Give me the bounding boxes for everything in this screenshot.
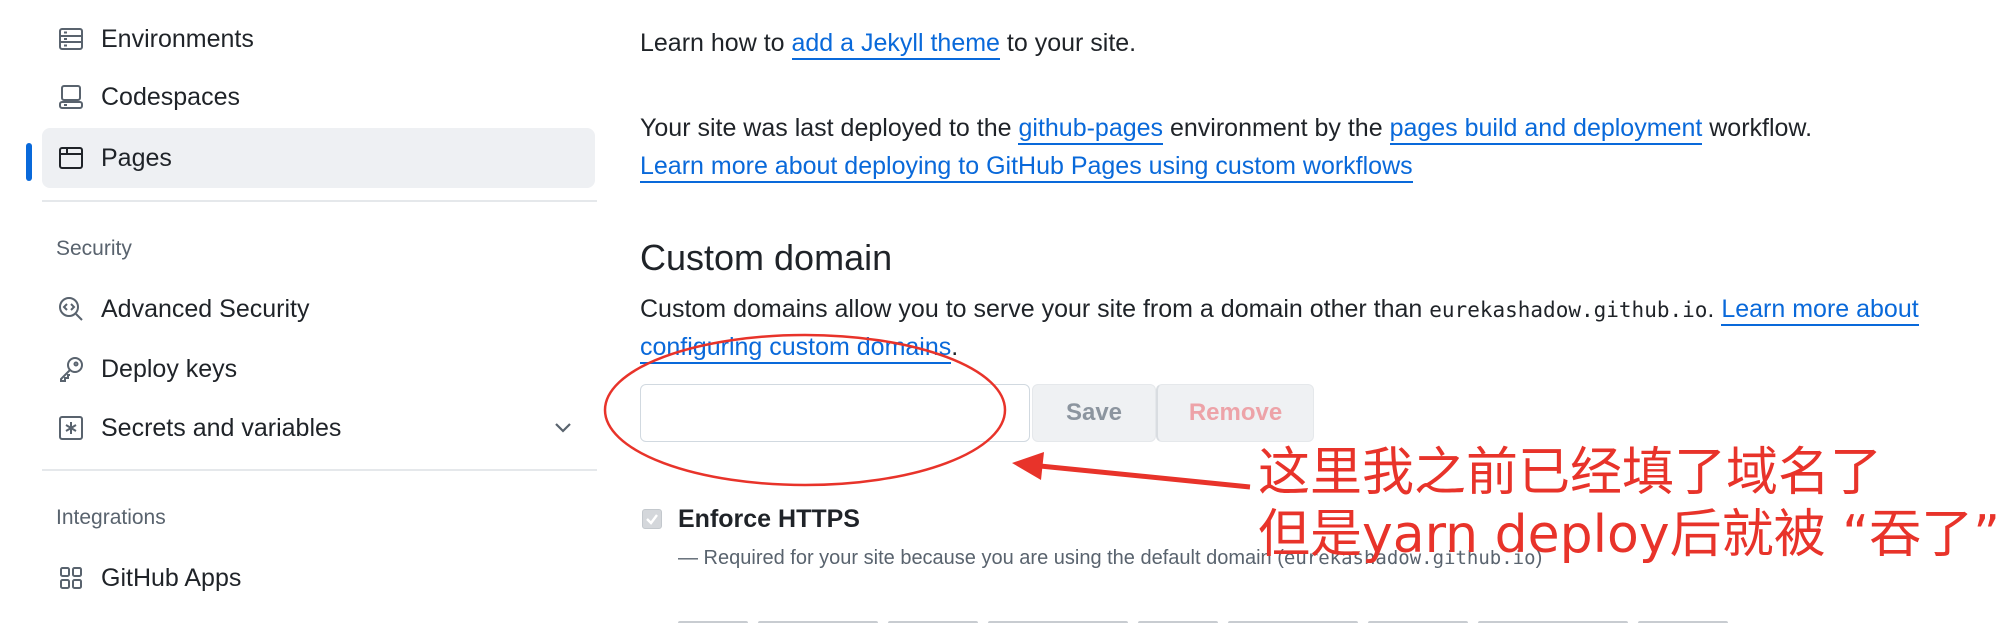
codescan-icon: [56, 294, 86, 324]
sidebar-item-environments[interactable]: Environments: [42, 9, 595, 69]
deploy-learn-more-line: Learn more about deploying to GitHub Pag…: [640, 152, 1413, 183]
custom-domain-heading: Custom domain: [640, 237, 893, 278]
truncated-text-line: [678, 612, 1778, 623]
sidebar-item-deploy-keys[interactable]: Deploy keys: [42, 339, 595, 399]
key-icon: [56, 354, 86, 384]
sidebar-divider: [42, 200, 597, 202]
sidebar-item-codespaces[interactable]: Codespaces: [42, 67, 595, 127]
asterisk-icon: [56, 413, 86, 443]
save-button[interactable]: Save: [1032, 384, 1156, 442]
github-pages-environment-link[interactable]: github-pages: [1018, 114, 1164, 145]
sidebar-item-pages[interactable]: Pages: [42, 128, 595, 188]
default-domain-code: eurekashadow.github.io: [1429, 298, 1708, 322]
apps-icon: [56, 563, 86, 593]
sidebar-item-label: GitHub Apps: [101, 563, 242, 592]
codespaces-icon: [56, 82, 86, 112]
custom-domain-description-cont: configuring custom domains.: [640, 333, 958, 364]
enforce-https-label: Enforce HTTPS: [678, 505, 860, 533]
deploy-status-text: Your site was last deployed to the githu…: [640, 114, 1812, 145]
sidebar-item-advanced-security[interactable]: Advanced Security: [42, 279, 595, 339]
sidebar-item-label: Secrets and variables: [101, 413, 342, 442]
section-heading-integrations: Integrations: [56, 506, 166, 529]
theme-help-text: Learn how to add a Jekyll theme to your …: [640, 29, 1136, 60]
chevron-down-icon[interactable]: [551, 416, 575, 440]
custom-domain-input[interactable]: [640, 384, 1030, 442]
annotation-text-line-2: 但是yarn deploy后就被 “吞了”: [1258, 505, 2001, 565]
sidebar-item-label: Deploy keys: [101, 354, 238, 383]
add-jekyll-theme-link[interactable]: add a Jekyll theme: [791, 29, 1000, 60]
enforce-https-checkbox[interactable]: [642, 509, 662, 529]
selected-indicator: [26, 143, 32, 181]
custom-domains-learn-more-link[interactable]: Learn more about: [1721, 295, 1919, 326]
sidebar-item-label: Advanced Security: [101, 294, 310, 323]
sidebar-divider: [42, 469, 597, 471]
sidebar-item-secrets-and-variables[interactable]: Secrets and variables: [42, 398, 595, 458]
custom-workflows-learn-more-link[interactable]: Learn more about deploying to GitHub Pag…: [640, 152, 1413, 183]
sidebar-item-label: Codespaces: [101, 82, 240, 111]
sidebar-item-label: Environments: [101, 24, 254, 53]
check-icon: [646, 514, 658, 525]
section-heading-security: Security: [56, 237, 132, 260]
configuring-custom-domains-link[interactable]: configuring custom domains: [640, 333, 952, 364]
custom-domain-description: Custom domains allow you to serve your s…: [640, 295, 1919, 326]
browser-icon: [56, 143, 86, 173]
settings-sidebar: Environments Codespaces Pages Security A…: [0, 0, 600, 623]
sidebar-item-label: Pages: [101, 143, 172, 172]
server-icon: [56, 24, 86, 54]
pages-build-workflow-link[interactable]: pages build and deployment: [1389, 114, 1703, 145]
sidebar-item-github-apps[interactable]: GitHub Apps: [42, 548, 595, 608]
